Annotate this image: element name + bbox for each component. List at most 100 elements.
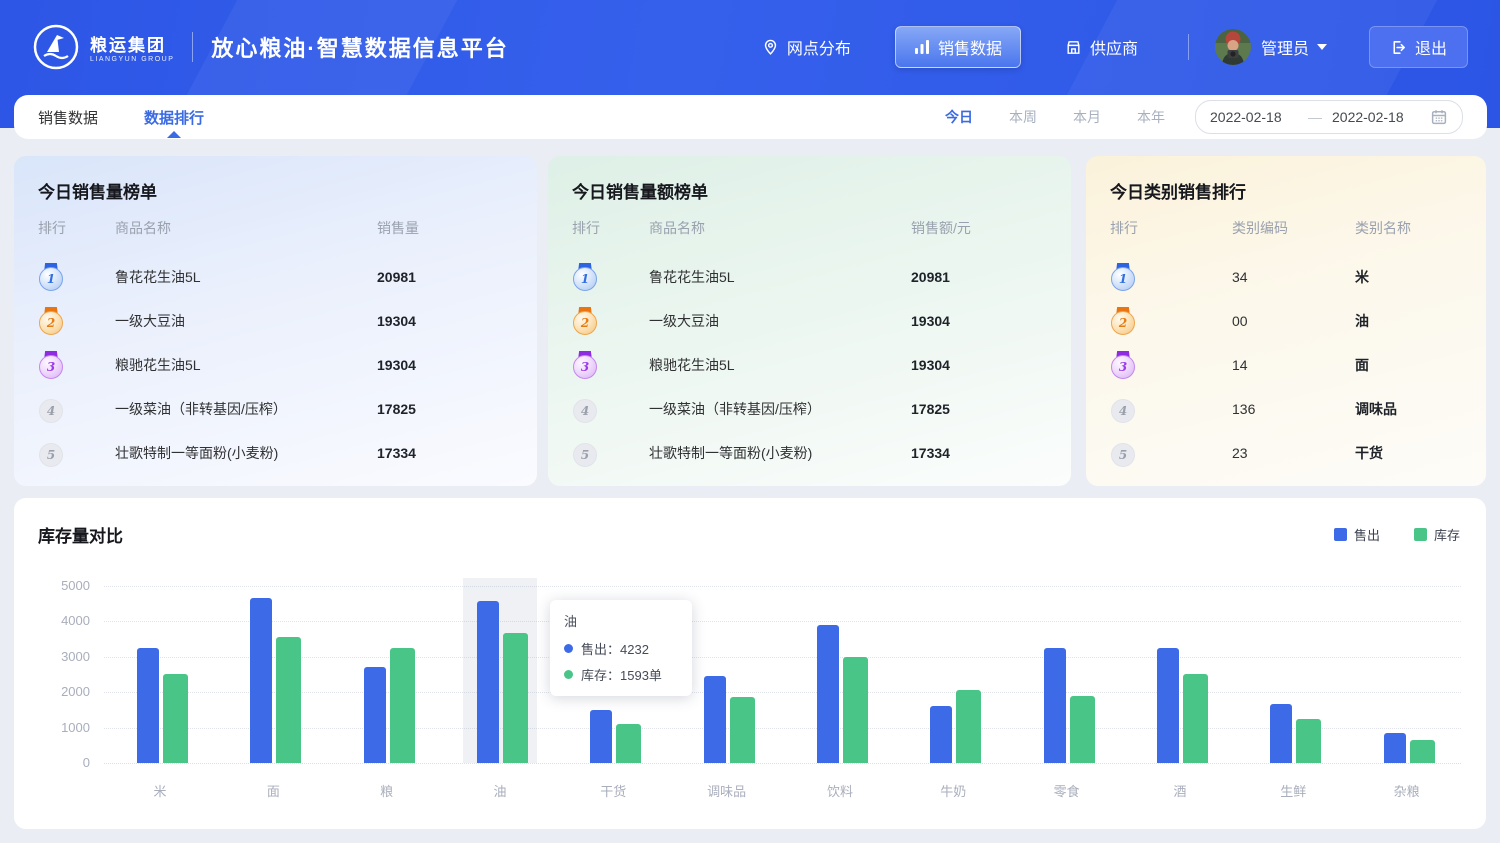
bar-售出-干货[interactable] bbox=[590, 710, 612, 763]
bar-售出-粮[interactable] bbox=[364, 667, 386, 763]
date-range-picker[interactable]: — bbox=[1195, 100, 1463, 134]
calendar-icon[interactable] bbox=[1430, 108, 1448, 126]
tab-数据排行[interactable]: 数据排行 bbox=[144, 95, 204, 139]
avatar[interactable] bbox=[1215, 29, 1251, 65]
nav-item-网点分布[interactable]: 网点分布 bbox=[748, 27, 865, 67]
bar-库存-饮料[interactable] bbox=[843, 657, 868, 764]
quick-range-本周[interactable]: 本周 bbox=[1009, 107, 1037, 127]
row-name: 14 bbox=[1232, 357, 1248, 373]
logout-button[interactable]: 退出 bbox=[1369, 26, 1468, 68]
chevron-down-icon bbox=[1317, 44, 1327, 50]
bar-库存-面[interactable] bbox=[276, 637, 301, 763]
rank-medal-3-icon: 3 bbox=[38, 351, 64, 379]
rank-medal-4-icon: 4 bbox=[1110, 395, 1136, 423]
card-sales-volume-ranking: 今日销售量榜单 排行商品名称销售量 1鲁花花生油5L209812一级大豆油193… bbox=[14, 156, 537, 486]
bar-库存-酒[interactable] bbox=[1183, 674, 1208, 763]
bar-库存-生鲜[interactable] bbox=[1296, 719, 1321, 763]
x-axis-label-牛奶: 牛奶 bbox=[908, 781, 998, 800]
gridline-0 bbox=[104, 763, 1461, 764]
nav-item-label: 网点分布 bbox=[787, 35, 851, 59]
tooltip-title: 油 bbox=[564, 611, 678, 630]
bar-chart-icon bbox=[914, 39, 930, 55]
row-value: 19304 bbox=[911, 357, 950, 373]
column-header: 类别名称 bbox=[1355, 218, 1411, 238]
quick-range-本月[interactable]: 本月 bbox=[1073, 107, 1101, 127]
gridline-1000 bbox=[104, 728, 1461, 729]
bar-售出-零食[interactable] bbox=[1044, 648, 1066, 763]
column-header: 销售量 bbox=[377, 218, 419, 238]
end-date-input[interactable] bbox=[1332, 109, 1420, 125]
rank-medal-3-icon: 3 bbox=[1110, 351, 1136, 379]
tab-销售数据[interactable]: 销售数据 bbox=[38, 95, 98, 139]
row-name: 壮歌特制一等面粉(小麦粉) bbox=[649, 443, 812, 463]
row-name: 23 bbox=[1232, 445, 1248, 461]
gridline-3000 bbox=[104, 657, 1461, 658]
row-name: 136 bbox=[1232, 401, 1255, 417]
table-row: 4一级菜油（非转基因/压榨）17825 bbox=[14, 387, 537, 431]
bar-售出-饮料[interactable] bbox=[817, 625, 839, 763]
y-axis-tick: 5000 bbox=[34, 578, 90, 593]
table-row: 5壮歌特制一等面粉(小麦粉)17334 bbox=[548, 431, 1071, 475]
y-axis-tick: 1000 bbox=[34, 720, 90, 735]
bar-售出-杂粮[interactable] bbox=[1384, 733, 1406, 763]
bar-售出-酒[interactable] bbox=[1157, 648, 1179, 763]
row-name: 鲁花花生油5L bbox=[115, 267, 201, 287]
row-name: 一级菜油（非转基因/压榨） bbox=[115, 399, 287, 419]
row-value: 17825 bbox=[377, 401, 416, 417]
column-header: 排行 bbox=[38, 218, 66, 238]
bar-库存-零食[interactable] bbox=[1070, 696, 1095, 763]
nav-item-销售数据[interactable]: 销售数据 bbox=[895, 26, 1021, 68]
store-icon bbox=[1065, 39, 1082, 56]
bar-库存-油[interactable] bbox=[503, 633, 528, 763]
tooltip-text: 售出：4232 bbox=[581, 639, 649, 658]
row-value: 调味品 bbox=[1355, 399, 1397, 419]
table-header: 排行商品名称销售额/元 bbox=[548, 218, 1071, 242]
row-name: 00 bbox=[1232, 313, 1248, 329]
x-axis-label-米: 米 bbox=[115, 781, 205, 800]
rank-medal-1-icon: 1 bbox=[38, 263, 64, 291]
rank-medal-1-icon: 1 bbox=[572, 263, 598, 291]
row-value: 17334 bbox=[377, 445, 416, 461]
bar-售出-牛奶[interactable] bbox=[930, 706, 952, 763]
quick-range-本年[interactable]: 本年 bbox=[1137, 107, 1165, 127]
bar-售出-生鲜[interactable] bbox=[1270, 704, 1292, 763]
card-title: 今日类别销售排行 bbox=[1110, 178, 1246, 203]
table-row: 1鲁花花生油5L20981 bbox=[548, 255, 1071, 299]
nav-item-供应商[interactable]: 供应商 bbox=[1051, 27, 1152, 67]
bar-库存-干货[interactable] bbox=[616, 724, 641, 763]
bar-售出-面[interactable] bbox=[250, 598, 272, 763]
user-menu[interactable]: 管理员 bbox=[1215, 29, 1327, 65]
table-row: 4 136 调味品 bbox=[1086, 387, 1486, 431]
bar-库存-牛奶[interactable] bbox=[956, 690, 981, 763]
x-axis-label-调味品: 调味品 bbox=[682, 781, 772, 800]
column-header: 商品名称 bbox=[115, 218, 171, 238]
tooltip-series-dot-icon bbox=[564, 644, 573, 653]
gridline-5000 bbox=[104, 586, 1461, 587]
x-axis-label-油: 油 bbox=[455, 781, 545, 800]
bar-售出-调味品[interactable] bbox=[704, 676, 726, 763]
bar-库存-调味品[interactable] bbox=[730, 697, 755, 763]
start-date-input[interactable] bbox=[1210, 109, 1298, 125]
bar-库存-杂粮[interactable] bbox=[1410, 740, 1435, 763]
row-name: 一级大豆油 bbox=[649, 311, 719, 331]
row-value: 面 bbox=[1355, 355, 1369, 375]
quick-range-今日[interactable]: 今日 bbox=[945, 107, 973, 127]
table-row: 4一级菜油（非转基因/压榨）17825 bbox=[548, 387, 1071, 431]
card-title: 今日销售量榜单 bbox=[38, 178, 157, 203]
bar-库存-粮[interactable] bbox=[390, 648, 415, 763]
bar-库存-米[interactable] bbox=[163, 674, 188, 763]
bar-售出-油[interactable] bbox=[477, 601, 499, 763]
logo-title-divider bbox=[192, 32, 193, 62]
table-row: 3 14 面 bbox=[1086, 343, 1486, 387]
table-row: 3粮驰花生油5L19304 bbox=[548, 343, 1071, 387]
nav-item-label: 供应商 bbox=[1090, 35, 1138, 59]
row-value: 19304 bbox=[911, 313, 950, 329]
table-header: 排行 商品名称 销售量 bbox=[14, 218, 537, 242]
row-value: 20981 bbox=[911, 269, 950, 285]
table-row: 200油 bbox=[1086, 299, 1486, 343]
card-category-sales-ranking: 今日类别销售排行 排行类别编码类别名称 134米200油314面4136调味品5… bbox=[1086, 156, 1486, 486]
row-name: 粮驰花生油5L bbox=[649, 355, 735, 375]
bar-售出-米[interactable] bbox=[137, 648, 159, 763]
gridline-4000 bbox=[104, 621, 1461, 622]
filter-toolbar: 销售数据 数据排行 今日 本周 本月 本年 — bbox=[14, 95, 1487, 139]
